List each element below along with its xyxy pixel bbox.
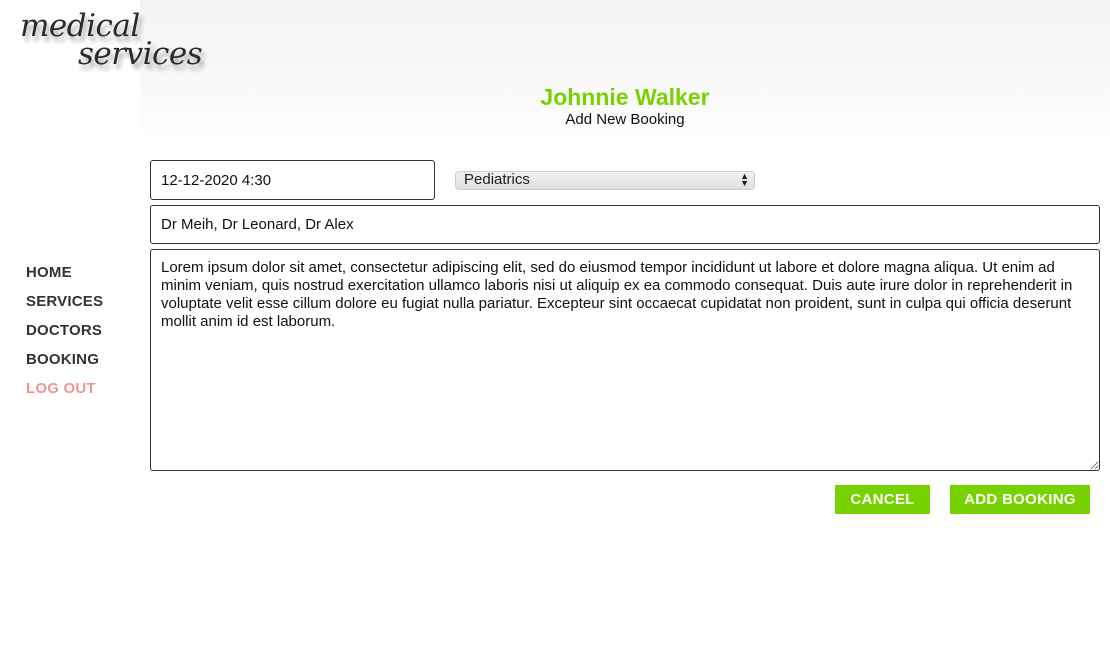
nav-item-home[interactable]: HOME (26, 263, 103, 292)
logo-line-2: services (78, 36, 203, 72)
booking-datetime-field[interactable] (150, 160, 435, 200)
specialty-selected-value: Pediatrics (464, 171, 530, 188)
logo: medical services (20, 8, 203, 78)
sidebar-nav: HOME SERVICES DOCTORS BOOKING LOG OUT (26, 263, 103, 408)
booking-notes-textarea[interactable]: Lorem ipsum dolor sit amet, consectetur … (150, 249, 1100, 471)
specialty-select[interactable]: Pediatrics ▲ ▼ (455, 171, 755, 190)
nav-item-doctors[interactable]: DOCTORS (26, 321, 103, 350)
page: medical services Johnnie Walker Add New … (0, 0, 1110, 658)
nav-item-services[interactable]: SERVICES (26, 292, 103, 321)
patient-name: Johnnie Walker (540, 84, 710, 110)
add-booking-button[interactable]: ADD BOOKING (950, 485, 1090, 514)
nav-item-booking[interactable]: BOOKING (26, 350, 103, 379)
select-arrows-icon: ▲ ▼ (740, 171, 749, 188)
nav-item-logout[interactable]: LOG OUT (26, 379, 103, 408)
cancel-button[interactable]: CANCEL (835, 485, 930, 514)
doctors-field[interactable] (150, 205, 1100, 244)
page-subtitle: Add New Booking (565, 111, 685, 128)
